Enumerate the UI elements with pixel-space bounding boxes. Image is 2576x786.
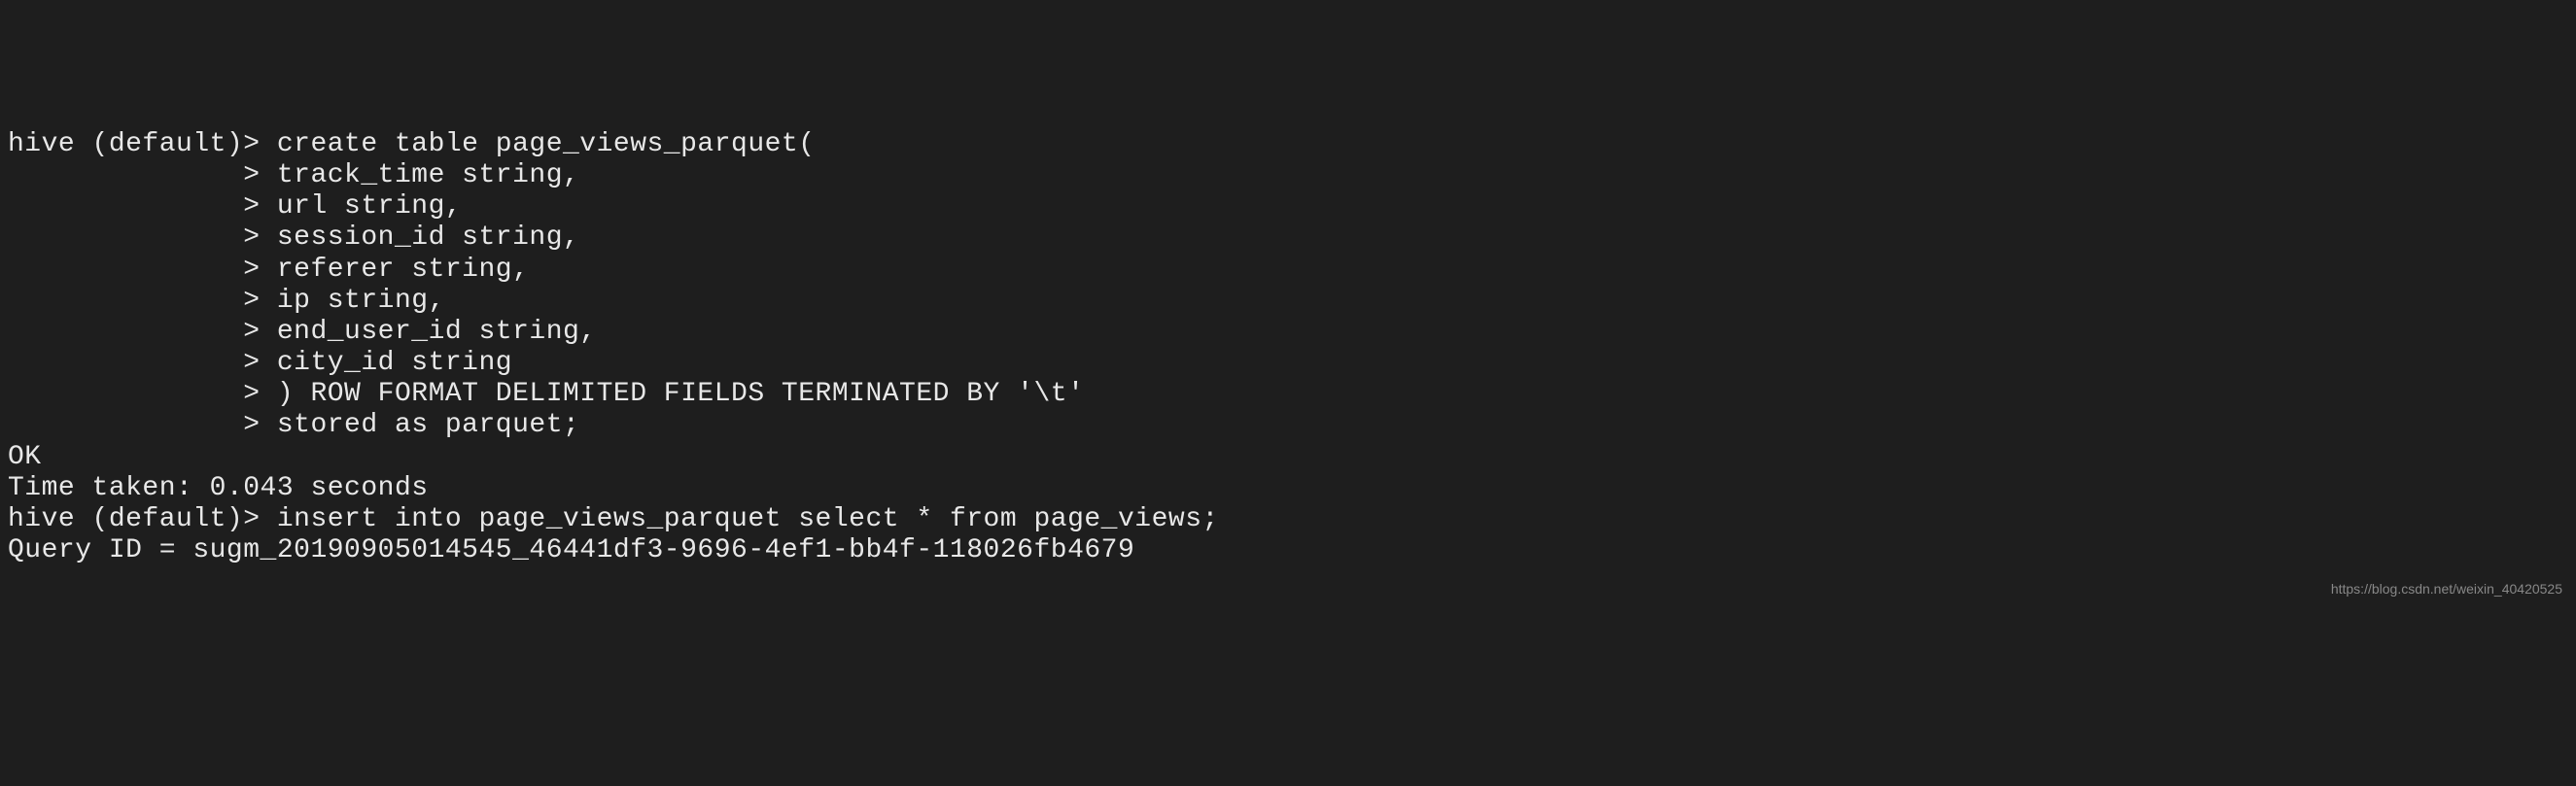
terminal-line: > end_user_id string, <box>8 317 2568 348</box>
terminal-line: > track_time string, <box>8 160 2568 191</box>
terminal-line: > city_id string <box>8 348 2568 379</box>
terminal-line: > stored as parquet; <box>8 410 2568 441</box>
terminal-line: hive (default)> insert into page_views_p… <box>8 504 2568 535</box>
terminal-output[interactable]: hive (default)> create table page_views_… <box>8 129 2568 567</box>
terminal-line: > session_id string, <box>8 222 2568 254</box>
terminal-line: > ) ROW FORMAT DELIMITED FIELDS TERMINAT… <box>8 379 2568 410</box>
terminal-line: hive (default)> create table page_views_… <box>8 129 2568 160</box>
terminal-line: Query ID = sugm_20190905014545_46441df3-… <box>8 535 2568 566</box>
terminal-line: > url string, <box>8 191 2568 222</box>
terminal-line: > ip string, <box>8 286 2568 317</box>
watermark-text: https://blog.csdn.net/weixin_40420525 <box>2331 581 2562 597</box>
terminal-line: OK <box>8 442 2568 473</box>
terminal-line: Time taken: 0.043 seconds <box>8 473 2568 504</box>
terminal-line: > referer string, <box>8 255 2568 286</box>
